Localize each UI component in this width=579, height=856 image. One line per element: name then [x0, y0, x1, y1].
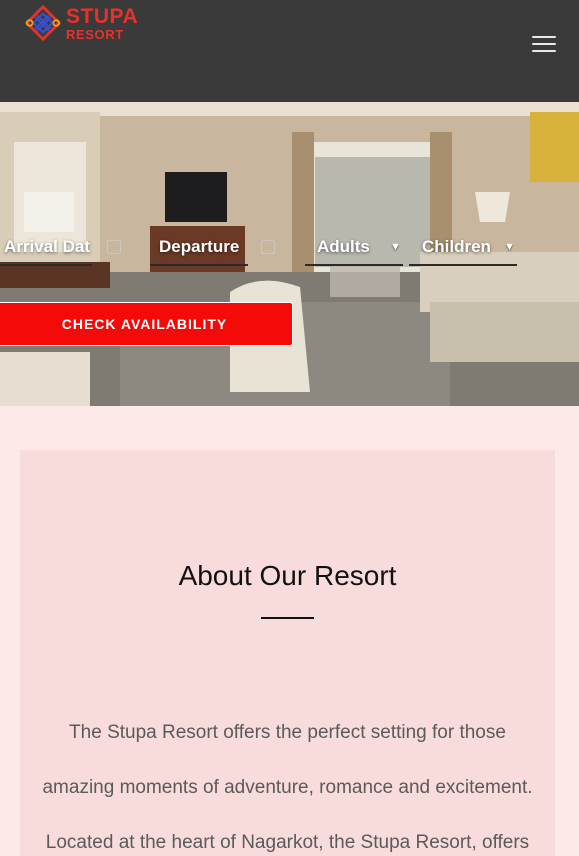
hamburger-menu-icon[interactable] — [532, 36, 556, 54]
departure-label: Departure — [159, 237, 240, 256]
children-select[interactable]: Children ▼ — [409, 232, 517, 266]
check-availability-button[interactable]: CHECK AVAILABILITY — [0, 302, 293, 346]
adults-label: Adults — [317, 237, 370, 256]
hero-banner: Arrival Dat Departure Adults ▼ Children … — [0, 102, 579, 406]
children-label: Children — [422, 237, 491, 256]
departure-date-input[interactable]: Departure — [150, 232, 248, 266]
endless-knot-logo-icon — [24, 4, 62, 42]
arrival-date-label: Arrival Dat — [4, 237, 90, 256]
about-line: Located at the heart of Nagarkot, the St… — [45, 832, 530, 853]
caret-down-icon: ▼ — [390, 241, 401, 253]
about-line: The Stupa Resort offers the perfect sett… — [69, 722, 506, 743]
caret-down-icon: ▼ — [504, 241, 515, 253]
about-title: About Our Resort — [178, 560, 397, 591]
about-description: The Stupa Resort offers the perfect sett… — [20, 705, 555, 856]
adults-select[interactable]: Adults ▼ — [305, 232, 403, 266]
logo-title: STUPA — [66, 4, 139, 28]
arrival-date-input[interactable]: Arrival Dat — [0, 232, 92, 266]
logo-subtitle: RESORT — [66, 26, 124, 42]
top-header: STUPA RESORT — [0, 0, 579, 102]
site-logo[interactable]: STUPA RESORT — [24, 4, 138, 42]
title-divider — [261, 617, 314, 619]
about-line: amazing moments of adventure, romance an… — [42, 777, 533, 798]
about-section: About Our Resort The Stupa Resort offers… — [20, 450, 555, 856]
